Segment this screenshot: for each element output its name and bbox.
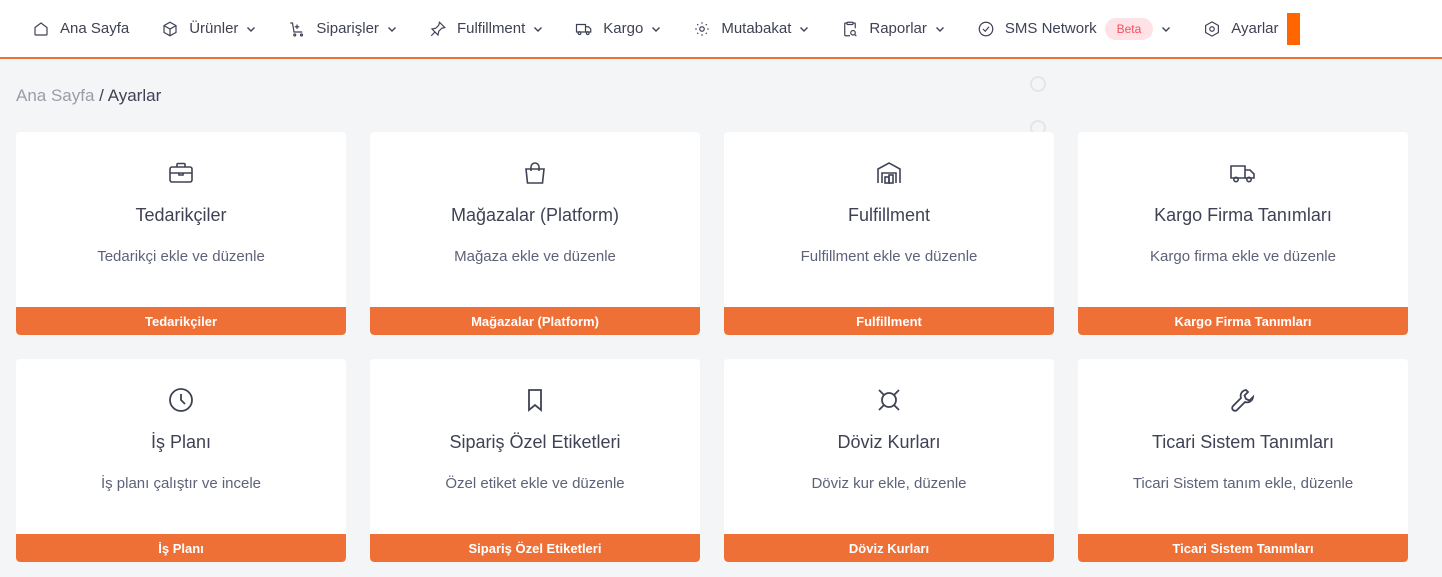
card-description: Mağaza ekle ve düzenle xyxy=(454,248,616,265)
reconcile-icon xyxy=(693,20,711,38)
card-ticari-sistem: Ticari Sistem Tanımları Ticari Sistem ta… xyxy=(1078,359,1408,562)
bookmark-icon xyxy=(521,386,549,414)
nav-item-fulfillment[interactable]: Fulfillment xyxy=(413,1,559,57)
card-description: Döviz kur ekle, düzenle xyxy=(811,475,967,492)
nav-label: Siparişler xyxy=(316,20,379,37)
ticari-sistem-button[interactable]: Ticari Sistem Tanımları xyxy=(1078,534,1408,562)
card-title: Kargo Firma Tanımları xyxy=(1154,205,1332,225)
tedarikciler-button[interactable]: Tedarikçiler xyxy=(16,307,346,335)
card-description: İş planı çalıştır ve incele xyxy=(100,475,262,492)
nav-label: Ayarlar xyxy=(1231,20,1279,37)
chevron-down-icon xyxy=(651,24,661,34)
kargo-firma-button[interactable]: Kargo Firma Tanımları xyxy=(1078,307,1408,335)
breadcrumb-current: Ayarlar xyxy=(107,86,162,105)
card-doviz-kurlari: Döviz Kurları Döviz kur ekle, düzenle Dö… xyxy=(724,359,1054,562)
truck-icon xyxy=(1229,159,1257,187)
card-description: Kargo firma ekle ve düzenle xyxy=(1150,248,1336,265)
settings-cards-grid: Tedarikçiler Tedarikçi ekle ve düzenle T… xyxy=(16,132,1408,562)
clock-icon xyxy=(167,386,195,414)
top-navbar: Ana Sayfa Ürünler Siparişler Fulfillment… xyxy=(0,0,1442,59)
nav-label: Kargo xyxy=(603,20,644,37)
breadcrumb-separator: / xyxy=(94,86,108,105)
nav-label: Raporlar xyxy=(869,20,927,37)
warehouse-icon xyxy=(875,159,903,187)
pin-icon xyxy=(429,20,447,38)
card-title: İş Planı xyxy=(150,432,212,452)
card-kargo-firma: Kargo Firma Tanımları Kargo firma ekle v… xyxy=(1078,132,1408,335)
nav-item-urunler[interactable]: Ürünler xyxy=(145,1,272,57)
nav-label: Ana Sayfa xyxy=(60,20,130,37)
card-description: Özel etiket ekle ve düzenle xyxy=(445,475,625,492)
nav-item-raporlar[interactable]: Raporlar xyxy=(825,1,961,57)
breadcrumb-home-link[interactable]: Ana Sayfa xyxy=(16,86,94,105)
chevron-down-icon xyxy=(935,24,945,34)
card-description: Fulfillment ekle ve düzenle xyxy=(800,248,978,265)
home-icon xyxy=(32,20,50,38)
orders-icon xyxy=(288,20,306,38)
beta-badge: Beta xyxy=(1104,17,1154,40)
report-icon xyxy=(841,20,859,38)
card-siparis-etiketleri: Sipariş Özel Etiketleri Özel etiket ekle… xyxy=(370,359,700,562)
chevron-down-icon xyxy=(387,24,397,34)
nav-item-ayarlar[interactable]: Ayarlar xyxy=(1187,1,1294,57)
card-title: Tedarikçiler xyxy=(135,205,227,225)
active-indicator xyxy=(1286,12,1300,45)
card-fulfillment: Fulfillment Fulfillment ekle ve düzenle … xyxy=(724,132,1054,335)
nav-item-mutabakat[interactable]: Mutabakat xyxy=(677,1,825,57)
chevron-down-icon xyxy=(533,24,543,34)
card-title: Döviz Kurları xyxy=(837,432,941,452)
breadcrumb: Ana Sayfa / Ayarlar xyxy=(16,86,161,106)
chevron-down-icon xyxy=(1161,24,1171,34)
nav-label: Mutabakat xyxy=(721,20,792,37)
siparis-etiketleri-button[interactable]: Sipariş Özel Etiketleri xyxy=(370,534,700,562)
card-magazalar: Mağazalar (Platform) Mağaza ekle ve düze… xyxy=(370,132,700,335)
check-circle-icon xyxy=(977,20,995,38)
settings-icon xyxy=(1203,20,1221,38)
card-description: Tedarikçi ekle ve düzenle xyxy=(97,248,265,265)
fulfillment-button[interactable]: Fulfillment xyxy=(724,307,1054,335)
nav-label: Fulfillment xyxy=(456,20,526,37)
card-title: Mağazalar (Platform) xyxy=(450,205,620,225)
truck-icon xyxy=(575,20,593,38)
chevron-down-icon xyxy=(799,24,809,34)
card-title: Fulfillment xyxy=(847,205,931,225)
currency-icon xyxy=(875,386,903,414)
card-is-plani: İş Planı İş planı çalıştır ve incele İş … xyxy=(16,359,346,562)
wrench-icon xyxy=(1229,386,1257,414)
is-plani-button[interactable]: İş Planı xyxy=(16,534,346,562)
nav-label: SMS Network xyxy=(1004,20,1097,37)
card-title: Ticari Sistem Tanımları xyxy=(1151,432,1335,452)
box-icon xyxy=(161,20,179,38)
card-tedarikciler: Tedarikçiler Tedarikçi ekle ve düzenle T… xyxy=(16,132,346,335)
nav-item-kargo[interactable]: Kargo xyxy=(559,1,677,57)
chevron-down-icon xyxy=(246,24,256,34)
nav-item-siparisler[interactable]: Siparişler xyxy=(272,1,413,57)
briefcase-icon xyxy=(167,159,195,187)
shopping-bag-icon xyxy=(521,159,549,187)
card-title: Sipariş Özel Etiketleri xyxy=(449,432,621,452)
nav-item-ana-sayfa[interactable]: Ana Sayfa xyxy=(16,1,145,57)
nav-item-sms-network[interactable]: SMS Network Beta xyxy=(961,1,1187,57)
doviz-kurlari-button[interactable]: Döviz Kurları xyxy=(724,534,1054,562)
nav-label: Ürünler xyxy=(189,20,239,37)
magazalar-button[interactable]: Mağazalar (Platform) xyxy=(370,307,700,335)
card-description: Ticari Sistem tanım ekle, düzenle xyxy=(1132,475,1354,492)
